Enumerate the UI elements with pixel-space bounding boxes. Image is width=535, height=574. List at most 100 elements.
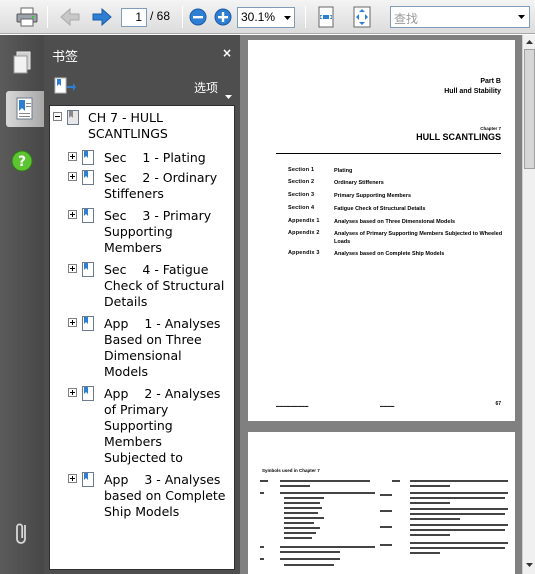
bookmark-item[interactable]: Sec 3 - Primary Supporting Members — [50, 208, 234, 256]
chapter-title: HULL SCANTLINGS — [416, 132, 501, 142]
expand-icon[interactable] — [68, 210, 77, 219]
expand-icon[interactable] — [68, 474, 77, 483]
attachments-icon[interactable] — [6, 515, 38, 551]
scroll-up-icon[interactable] — [524, 36, 535, 48]
toc-title[interactable]: Fatigue Check of Structural Details — [334, 205, 504, 213]
search-input[interactable]: 查找 — [390, 6, 530, 28]
previous-page-icon[interactable] — [57, 5, 83, 29]
bookmark-label: Sec 2 - Ordinary Stiffeners — [104, 170, 217, 202]
bookmark-icon — [82, 316, 94, 331]
bookmark-root[interactable]: CH 7 - HULL SCANTLINGS — [50, 110, 234, 142]
fit-page-icon[interactable] — [347, 5, 377, 29]
toc-label[interactable]: Section 2 — [288, 179, 314, 185]
search-placeholder: 查找 — [394, 12, 419, 26]
zoom-select[interactable]: 30.1% — [237, 7, 295, 28]
toc-title[interactable]: Plating — [334, 167, 504, 175]
bookmark-label-line: Supporting — [104, 224, 173, 239]
toc-title[interactable]: Primary Supporting Members — [334, 192, 504, 200]
expand-icon[interactable] — [68, 172, 77, 181]
options-menu[interactable]: 选项 — [194, 79, 218, 96]
pages-panel-icon[interactable] — [6, 45, 38, 81]
chevron-down-icon[interactable] — [225, 84, 232, 103]
bookmark-options-icon[interactable] — [54, 77, 76, 99]
bookmarks-panel-header: 书签 × — [44, 35, 240, 69]
bookmark-icon — [82, 150, 94, 165]
toc-label[interactable]: Appendix 2 — [288, 230, 320, 236]
bookmark-label-line: Stiffeners — [104, 186, 164, 201]
toc-label[interactable]: Section 4 — [288, 205, 314, 211]
page-number-input[interactable]: 1 — [121, 8, 147, 27]
bookmark-label: Sec 3 - Primary Supporting Members — [104, 208, 211, 256]
toc-label[interactable]: Appendix 3 — [288, 250, 320, 256]
bookmark-label-line: Sec 1 - Plating — [104, 150, 206, 165]
bookmark-label-line: Supporting — [104, 418, 173, 433]
toc-title[interactable]: Analyses based on Three Dimensional Mode… — [334, 218, 504, 226]
bookmark-label-line: Ship Models — [104, 504, 180, 519]
bookmark-label-line: Dimensional — [104, 348, 182, 363]
bookmarks-panel-icon[interactable] — [6, 91, 44, 127]
expand-icon[interactable] — [68, 264, 77, 273]
bookmark-item[interactable]: Sec 4 - Fatigue Check of Structural Detail… — [50, 262, 234, 310]
part-title: Hull and Stability — [444, 88, 501, 95]
bookmark-item[interactable]: App 2 - Analyses of Primary Supporting Memb… — [50, 386, 234, 466]
bookmark-label-line: Sec 3 - Primary — [104, 208, 212, 223]
symbols-text-block — [260, 480, 508, 566]
bookmark-label-line: Check of Structural — [104, 278, 225, 293]
bookmark-icon — [82, 208, 94, 223]
bookmark-item[interactable]: Sec 2 - Ordinary Stiffeners — [50, 170, 234, 202]
bookmark-label-line: Based on Three — [104, 332, 202, 347]
chevron-down-icon[interactable] — [514, 8, 528, 26]
expand-icon[interactable] — [68, 318, 77, 327]
scroll-down-icon[interactable] — [524, 559, 535, 571]
next-page-icon[interactable] — [89, 5, 115, 29]
collapse-icon[interactable] — [53, 112, 62, 121]
bookmark-label: App 3 - Analyses based on Complete Ship Mo… — [104, 472, 226, 520]
toc-label[interactable]: Section 1 — [288, 167, 314, 173]
help-icon[interactable]: ? — [6, 143, 38, 179]
bookmark-label-line: Subjected to — [104, 450, 183, 465]
bookmark-icon — [82, 170, 94, 185]
chapter-label: Chapter 7 — [480, 126, 501, 131]
bookmarks-panel: 书签 × 选项 CH 7 - HULL SCANTLINGS Sec 1 - Pla… — [44, 35, 240, 574]
toolbar: 1 / 68 30.1% 查找 — [0, 0, 535, 34]
print-icon[interactable] — [12, 5, 42, 29]
bookmark-label-line: based on Complete — [104, 488, 226, 503]
bookmark-item[interactable]: App 3 - Analyses based on Complete Ship Mo… — [50, 472, 234, 520]
scrollbar-thumb[interactable] — [524, 49, 535, 169]
zoom-in-icon[interactable] — [212, 5, 234, 29]
fit-width-icon[interactable] — [312, 5, 340, 29]
navigation-pane-strip: ? — [0, 35, 44, 574]
bookmark-label-line: Sec 4 - Fatigue — [104, 262, 209, 277]
bookmark-label-line: App 1 - Analyses — [104, 316, 221, 331]
symbols-heading: Symbols used in Chapter 7 — [262, 468, 320, 473]
pdf-page: Symbols used in Chapter 7 — [248, 432, 515, 574]
vertical-scrollbar[interactable] — [522, 35, 535, 574]
page-number: 67 — [495, 401, 501, 407]
footer-center: ▬▬▬▬ — [380, 404, 395, 408]
toolbar-separator — [182, 6, 183, 28]
bookmark-item[interactable]: Sec 1 - Plating — [50, 150, 234, 166]
expand-icon[interactable] — [68, 152, 77, 161]
page-total-label: / 68 — [150, 9, 171, 23]
chevron-down-icon[interactable] — [280, 8, 294, 27]
toc-label[interactable]: Section 3 — [288, 192, 314, 198]
bookmark-tree: CH 7 - HULL SCANTLINGS Sec 1 - Plating Sec … — [49, 105, 235, 570]
part-label: Part B — [480, 78, 501, 85]
toc-label[interactable]: Appendix 1 — [288, 218, 320, 224]
bookmark-label-line: Sec 2 - Ordinary — [104, 170, 218, 185]
bookmark-label: Sec 4 - Fatigue Check of Structural Detail… — [104, 262, 224, 310]
expand-icon[interactable] — [68, 388, 77, 397]
bookmark-label: App 1 - Analyses Based on Three Dimensiona… — [104, 316, 220, 380]
bookmark-item[interactable]: App 1 - Analyses Based on Three Dimensiona… — [50, 316, 234, 380]
bookmark-icon — [82, 472, 94, 487]
bookmark-icon — [82, 386, 94, 401]
pdf-page: Part B Hull and Stability Chapter 7 HULL… — [248, 40, 515, 421]
toc-title[interactable]: Ordinary Stiffeners — [334, 179, 504, 187]
bookmark-label-line: App 2 - Analyses — [104, 386, 221, 401]
zoom-out-icon[interactable] — [187, 5, 209, 29]
title-rule — [276, 153, 501, 154]
toc-title[interactable]: Analyses based on Complete Ship Models — [334, 250, 504, 258]
close-icon[interactable]: × — [222, 46, 232, 60]
toc-title[interactable]: Analyses of Primary Supporting Members S… — [334, 230, 504, 246]
bookmark-label: Sec 1 - Plating — [104, 150, 206, 166]
